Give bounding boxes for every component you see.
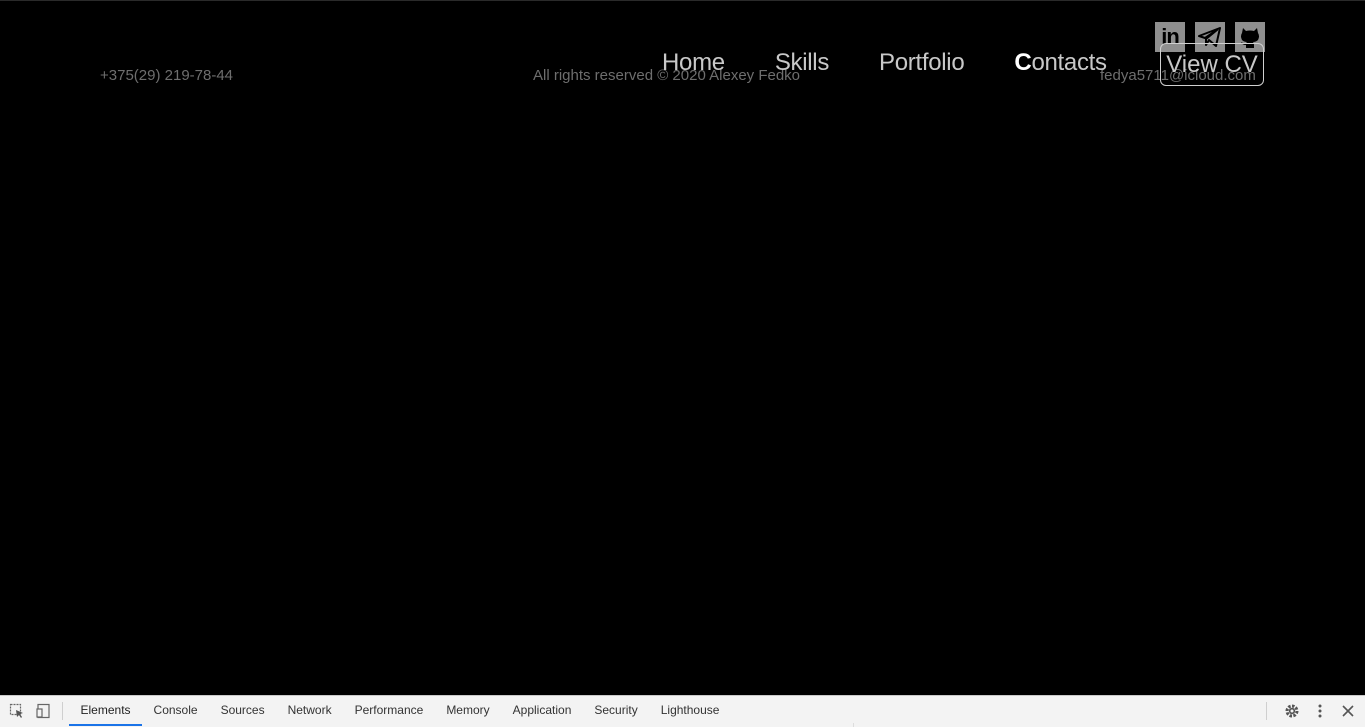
main-nav: Home Skills Portfolio Contacts	[662, 49, 1157, 77]
gear-icon[interactable]	[1281, 700, 1303, 722]
nav-skills[interactable]: Skills	[775, 49, 830, 77]
devtools-toolbar: Elements Console Sources Network Perform…	[0, 695, 1365, 727]
devtools-right-tools	[1266, 700, 1359, 722]
devtools-tabs: Elements Console Sources Network Perform…	[69, 696, 731, 727]
inspect-element-icon[interactable]	[6, 700, 28, 722]
tab-console[interactable]: Console	[142, 696, 209, 726]
footer-phone[interactable]: +375(29) 219-78-44	[100, 67, 233, 84]
close-icon[interactable]	[1337, 700, 1359, 722]
tab-performance[interactable]: Performance	[343, 696, 435, 726]
page-viewport: +375(29) 219-78-44 All rights reserved ©…	[0, 1, 1365, 695]
devtools-separator	[62, 702, 63, 720]
tab-lighthouse[interactable]: Lighthouse	[649, 696, 731, 726]
tab-security[interactable]: Security	[583, 696, 649, 726]
devtools-left-tools	[6, 700, 69, 722]
view-cv-button[interactable]: View CV	[1160, 43, 1264, 86]
kebab-menu-icon[interactable]	[1309, 700, 1331, 722]
device-toolbar-icon[interactable]	[33, 700, 55, 722]
nav-contacts[interactable]: Contacts	[1014, 49, 1107, 77]
tab-elements[interactable]: Elements	[69, 696, 143, 726]
devtools-separator-right	[1266, 702, 1267, 720]
nav-portfolio[interactable]: Portfolio	[879, 49, 965, 77]
tab-application[interactable]: Application	[501, 696, 583, 726]
devtools-resize-handle[interactable]	[853, 723, 871, 727]
nav-home[interactable]: Home	[662, 49, 725, 77]
tab-memory[interactable]: Memory	[435, 696, 501, 726]
tab-network[interactable]: Network	[276, 696, 343, 726]
tab-sources[interactable]: Sources	[209, 696, 276, 726]
